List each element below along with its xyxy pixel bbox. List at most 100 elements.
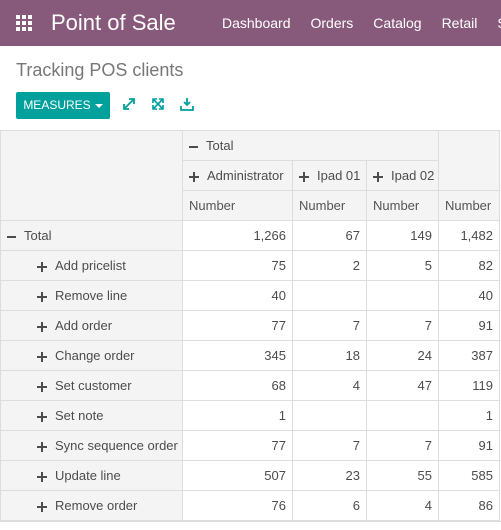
row-header[interactable]: Update line (0, 460, 183, 491)
pivot-cell[interactable]: 68 (182, 370, 293, 401)
measures-label: MEASURES (23, 98, 91, 112)
pivot-cell[interactable]: 77 (182, 310, 293, 341)
expand-plus-icon (37, 351, 47, 362)
row-header[interactable]: Set note (0, 400, 183, 431)
nav-sm[interactable]: SM (497, 0, 501, 46)
pivot-row: Set note 1 1 (0, 400, 500, 431)
pivot-cell[interactable]: 40 (182, 280, 293, 311)
pivot-total-cell[interactable]: 91 (438, 430, 500, 461)
pivot-cell[interactable]: 5 (366, 250, 439, 281)
pivot-cell[interactable] (366, 280, 439, 311)
caret-down-icon (94, 103, 103, 108)
measures-button[interactable]: MEASURES (16, 92, 110, 119)
pivot-cell[interactable]: 7 (366, 430, 439, 461)
expand-plus-icon (37, 321, 47, 332)
pivot-cell[interactable]: 23 (292, 460, 367, 491)
col-header-administrator[interactable]: Administrator (182, 160, 293, 191)
row-header-label: Total (24, 228, 52, 243)
row-header[interactable]: Remove line (0, 280, 183, 311)
pivot-cell[interactable]: 18 (292, 340, 367, 371)
pivot-cell[interactable]: 1 (182, 400, 293, 431)
row-header-total[interactable]: Total (0, 220, 183, 251)
col-header-ipad-02[interactable]: Ipad 02 (366, 160, 439, 191)
collapse-icon (189, 145, 198, 148)
pivot-row: Update line 507 23 55 585 (0, 460, 500, 491)
pivot-row: Add order 77 7 7 91 (0, 310, 500, 341)
pivot-cell[interactable] (292, 280, 367, 311)
app-title[interactable]: Point of Sale (51, 9, 176, 37)
pivot-total-cell[interactable]: 86 (438, 490, 500, 521)
row-header-label: Set note (55, 408, 104, 423)
pivot-cell[interactable]: 507 (182, 460, 293, 491)
pivot-corner (0, 130, 183, 221)
pivot-cell[interactable]: 4 (366, 490, 439, 521)
pivot-row: Add pricelist 75 2 5 82 (0, 250, 500, 281)
measure-header[interactable]: Number (438, 190, 500, 221)
pivot-cell[interactable]: 1,266 (182, 220, 293, 251)
pivot-total-cell[interactable]: 387 (438, 340, 500, 371)
pivot-cell[interactable]: 24 (366, 340, 439, 371)
pivot-cell[interactable]: 67 (292, 220, 367, 251)
row-header-label: Remove line (55, 288, 128, 303)
row-header[interactable]: Remove order (0, 490, 183, 521)
pivot-total-cell[interactable]: 1,482 (438, 220, 500, 251)
row-header[interactable]: Sync sequence order (0, 430, 183, 461)
row-header[interactable]: Add pricelist (0, 250, 183, 281)
pivot-cell[interactable]: 7 (366, 310, 439, 341)
row-header[interactable]: Change order (0, 340, 183, 371)
nav-dashboard[interactable]: Dashboard (222, 0, 291, 46)
pivot-cell[interactable]: 76 (182, 490, 293, 521)
col-header-total[interactable]: Total (182, 130, 439, 161)
pivot-cell[interactable]: 4 (292, 370, 367, 401)
measure-header[interactable]: Number (182, 190, 293, 221)
pivot-cell[interactable]: 149 (366, 220, 439, 251)
row-header-label: Update line (55, 468, 121, 483)
pivot-cell[interactable]: 7 (292, 310, 367, 341)
pivot-table-container[interactable]: Total Administrator Ipad 01 Ipad 02 Numb… (0, 130, 501, 522)
nav-catalog[interactable]: Catalog (373, 0, 421, 46)
pivot-cell[interactable]: 6 (292, 490, 367, 521)
pivot-cell[interactable]: 77 (182, 430, 293, 461)
expand-plus-icon (37, 411, 47, 422)
pivot-total-cell[interactable]: 40 (438, 280, 500, 311)
pivot-total-cell[interactable]: 585 (438, 460, 500, 491)
pivot-total-cell[interactable]: 82 (438, 250, 500, 281)
pivot-cell[interactable] (366, 400, 439, 431)
download-icon[interactable] (180, 97, 194, 111)
pivot-cell[interactable]: 55 (366, 460, 439, 491)
nav-retail[interactable]: Retail (442, 0, 478, 46)
expand-plus-icon (37, 441, 47, 452)
col-header-label: Total (206, 138, 234, 153)
pivot-cell[interactable] (292, 400, 367, 431)
row-header[interactable]: Add order (0, 310, 183, 341)
pivot-total-cell[interactable]: 119 (438, 370, 500, 401)
expand-plus-icon (373, 171, 383, 182)
col-header-ipad-01[interactable]: Ipad 01 (292, 160, 367, 191)
measure-header[interactable]: Number (292, 190, 367, 221)
row-header-label: Change order (55, 348, 135, 363)
row-header[interactable]: Set customer (0, 370, 183, 401)
expand-plus-icon (37, 471, 47, 482)
pivot-total-cell[interactable]: 1 (438, 400, 500, 431)
expand-plus-icon (37, 501, 47, 512)
apps-grid-icon[interactable] (16, 15, 32, 31)
pivot-row: Remove line 40 40 (0, 280, 500, 311)
measure-header[interactable]: Number (366, 190, 439, 221)
total-col-header (438, 130, 500, 191)
pivot-cell[interactable]: 75 (182, 250, 293, 281)
nav-orders[interactable]: Orders (311, 0, 354, 46)
row-header-label: Remove order (55, 498, 138, 513)
pivot-cell[interactable]: 7 (292, 430, 367, 461)
row-header-label: Add order (55, 318, 113, 333)
expand-icon[interactable] (122, 97, 136, 111)
pivot-cell[interactable]: 47 (366, 370, 439, 401)
row-header-label: Set customer (55, 378, 132, 393)
pivot-cell[interactable]: 2 (292, 250, 367, 281)
top-navbar: Point of Sale Dashboard Orders Catalog R… (0, 0, 501, 46)
pivot-cell[interactable]: 345 (182, 340, 293, 371)
expand-plus-icon (189, 171, 199, 182)
expand-plus-icon (37, 261, 47, 272)
fullscreen-icon[interactable] (151, 97, 165, 111)
pivot-row: Sync sequence order 77 7 7 91 (0, 430, 500, 461)
pivot-total-cell[interactable]: 91 (438, 310, 500, 341)
